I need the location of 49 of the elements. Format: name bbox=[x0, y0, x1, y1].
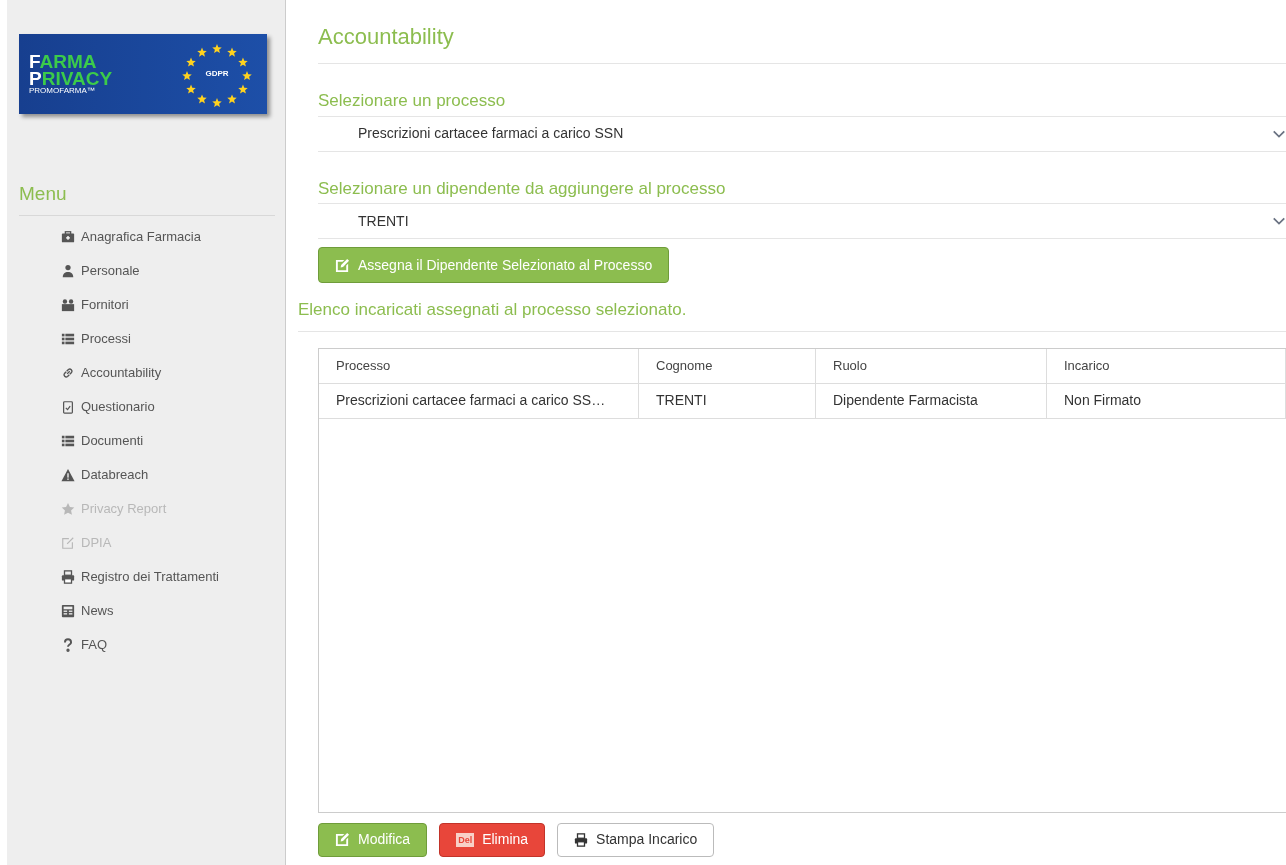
question-icon bbox=[61, 637, 75, 652]
logo-text: PRIVACY bbox=[29, 70, 113, 87]
newspaper-icon bbox=[61, 603, 75, 618]
warning-icon bbox=[61, 467, 75, 482]
edit-icon bbox=[61, 535, 75, 550]
table-cell: Prescrizioni cartacee farmaci a carico SS… bbox=[319, 383, 639, 418]
logo-text: FARMA bbox=[29, 53, 98, 70]
printer-icon bbox=[61, 569, 75, 584]
action-button[interactable]: Stampa Incarico bbox=[557, 822, 715, 857]
menu-item[interactable]: News bbox=[19, 593, 275, 628]
briefcase-icon bbox=[61, 229, 75, 244]
menu-item[interactable]: Documenti bbox=[19, 423, 275, 458]
user-icon bbox=[61, 263, 75, 278]
menu-item[interactable]: FAQ bbox=[19, 627, 275, 662]
table-cell: Dipendente Farmacista bbox=[816, 383, 1047, 418]
list-icon bbox=[61, 433, 75, 448]
column-header: Incarico bbox=[1047, 348, 1286, 383]
menu-item[interactable]: Processi bbox=[19, 321, 275, 356]
select-field[interactable]: Prescrizioni cartacee farmaci a carico SSN bbox=[318, 115, 1286, 152]
table-cell: TRENTI bbox=[639, 383, 816, 418]
menu-item[interactable]: Questionario bbox=[19, 389, 275, 424]
menu-item[interactable]: Accountability bbox=[19, 355, 275, 390]
table-cell: Non Firmato bbox=[1047, 383, 1286, 418]
list-icon bbox=[61, 331, 75, 346]
menu-item[interactable]: Personale bbox=[19, 253, 275, 288]
section-title: Elenco incaricati assegnati al processo selezionato. bbox=[298, 297, 1286, 332]
edit-icon bbox=[335, 257, 350, 273]
column-header: Cognome bbox=[639, 348, 816, 383]
column-header: Processo bbox=[319, 348, 639, 383]
users-icon bbox=[61, 297, 75, 312]
menu-item[interactable]: Databreach bbox=[19, 457, 275, 492]
edit-icon bbox=[335, 832, 350, 847]
delete-icon: Del bbox=[456, 832, 475, 847]
star-icon bbox=[61, 501, 75, 516]
field-label: Selezionare un processo bbox=[318, 90, 507, 112]
printer-icon bbox=[574, 832, 589, 847]
field-label: Selezionare un dipendente da aggiungere al processo bbox=[318, 177, 727, 200]
clipboard-icon bbox=[61, 399, 75, 414]
menu-item[interactable]: Anagrafica Farmacia bbox=[19, 219, 275, 254]
menu-title: Menu bbox=[19, 180, 275, 216]
select-field[interactable]: TRENTI bbox=[318, 203, 1286, 239]
column-header: Ruolo bbox=[816, 348, 1047, 383]
gdpr-label: GDPR bbox=[205, 68, 229, 80]
menu-item[interactable]: Registro dei Trattamenti bbox=[19, 559, 275, 594]
menu-item[interactable]: Fornitori bbox=[19, 287, 275, 322]
page-title: Accountability bbox=[318, 0, 1286, 64]
link-icon bbox=[61, 365, 75, 380]
brand-text: PROMOFARMA™ bbox=[29, 87, 96, 95]
action-button[interactable]: Del Elimina bbox=[439, 822, 546, 857]
